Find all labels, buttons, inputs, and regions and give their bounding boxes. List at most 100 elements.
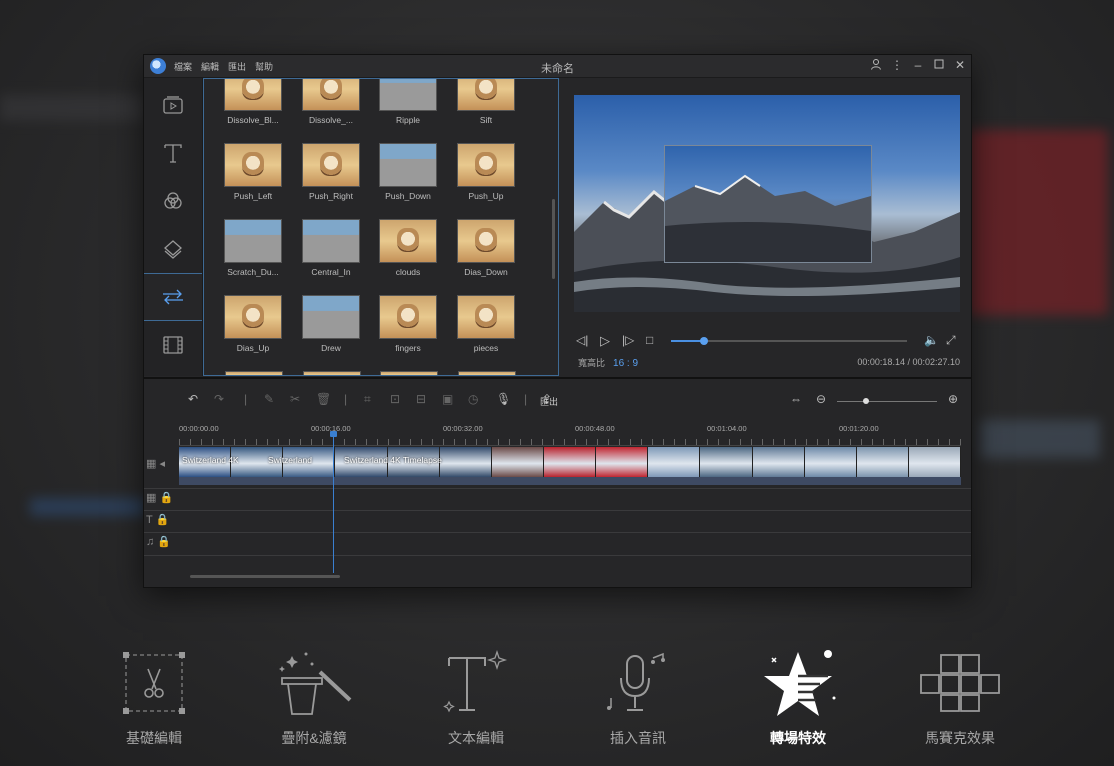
minimize-icon[interactable]: – [911,58,925,72]
overlay-clip[interactable] [664,145,872,263]
transition-thumbnail [224,219,282,263]
filter-icon [164,192,182,209]
rail-overlay-button[interactable] [144,226,202,272]
aspect-ratio-label: 寬高比 [578,358,606,368]
clip-frame [439,447,492,477]
playhead[interactable] [333,433,334,573]
feature-microphone[interactable]: 插入音訊 [578,645,698,748]
zoom-handle[interactable] [863,398,869,404]
transition-item[interactable]: fingers [379,295,437,353]
transition-item[interactable]: Ripple [379,79,437,125]
feature-text[interactable]: 文本編輯 [416,645,536,748]
feature-mosaic[interactable]: 馬賽克效果 [900,645,1020,748]
feature-label: 轉場特效 [770,730,826,746]
transition-thumbnail [303,371,361,375]
microphone-icon[interactable]: 🎙 [496,392,511,406]
clip-frame [752,447,805,477]
transition-item[interactable]: pieces [457,295,515,353]
road-image [225,220,281,262]
transition-item[interactable]: Dissolve_Bl... [224,79,282,125]
rail-media-button[interactable] [144,82,202,128]
more-menu-icon[interactable]: ⋮ [890,58,904,72]
transition-item[interactable]: Drew [302,295,360,353]
mosaic-icon [900,645,1020,720]
undo-icon[interactable]: ↶ [188,392,198,406]
split-icon[interactable]: ⊟ [416,392,426,406]
fullscreen-icon[interactable]: ⤢ [946,333,956,348]
dog-image [475,152,497,176]
speed-icon[interactable]: ◷ [468,392,478,406]
timeline-ruler[interactable]: 00:00:00.00 00:00:16.00 00:00:32.00 00:0… [179,421,961,446]
zoom-clip-icon[interactable]: ⊡ [390,392,400,406]
transition-label: pieces [473,343,499,353]
delete-icon[interactable]: 🗑 [316,392,331,406]
ruler-label: 00:01:20.00 [839,424,879,433]
zoom-out-icon[interactable]: ⊖ [816,392,826,406]
step-forward-icon[interactable]: |▷ [622,333,634,347]
video-track-icon: ▦ ◂ [146,458,165,470]
transition-item[interactable]: Central_In [302,219,360,277]
transition-label: fingers [395,343,421,353]
transition-thumbnail [224,79,282,111]
transition-label: Push_Right [309,191,353,201]
feature-magic-hat[interactable]: 疊附&濾鏡 [254,645,374,748]
zoom-slider[interactable] [837,398,937,404]
transition-item[interactable]: Push_Up [457,143,515,201]
crop-icon[interactable]: ⌗ [364,392,371,407]
transition-thumbnail [457,295,515,339]
zoom-in-icon[interactable]: ⊕ [948,392,958,406]
volume-icon[interactable]: 🔈 [924,333,939,347]
clip-frame [856,447,909,477]
transition-item[interactable]: clouds [379,219,437,277]
transition-thumbnail [379,295,437,339]
timeline-divider [144,377,971,379]
transition-icon [163,289,183,305]
transition-item[interactable]: Push_Down [379,143,437,201]
fit-icon[interactable]: ⇔ [790,392,802,406]
export-button[interactable]: 匯出 [540,395,558,408]
step-back-icon[interactable]: ◁| [576,333,588,347]
transition-thumbnail [224,295,282,339]
play-icon[interactable]: ▷ [600,333,610,349]
film-icon [163,336,183,354]
seek-bar[interactable] [671,337,907,345]
transition-label: clouds [395,267,421,277]
transition-item[interactable]: Dissolve_... [302,79,360,125]
rail-mosaic-button[interactable] [144,322,202,368]
close-icon[interactable]: ✕ [953,58,967,72]
transition-item[interactable]: Dias_Up [224,295,282,353]
transition-item[interactable]: Push_Left [224,143,282,201]
freeze-icon[interactable]: ▣ [442,392,453,406]
panel-scrollbar[interactable] [552,199,555,279]
redo-icon[interactable]: ↷ [214,392,224,406]
feature-label: 疊附&濾鏡 [281,730,347,746]
track-divider [144,532,971,533]
clip-frame [596,447,649,477]
music-track-icon: ♫ 🔒 [146,536,172,548]
maximize-icon[interactable] [932,58,946,72]
cut-icon[interactable]: ✂ [290,392,300,406]
rail-filter-button[interactable] [144,178,202,224]
media-icon [163,96,183,114]
title-bar: 檔案 編輯 匯出 幫助 未命名 ⋮ – ✕ [144,55,971,78]
rail-transition-button[interactable] [144,273,202,321]
rail-text-button[interactable] [144,130,202,176]
transition-item[interactable]: Scratch_Du... [224,219,282,277]
user-icon[interactable] [869,58,883,72]
transition-thumbnail [224,143,282,187]
transition-item[interactable]: Sift [457,79,515,125]
transition-thumbnail [302,143,360,187]
stop-icon[interactable]: □ [646,333,653,347]
transition-item[interactable]: Push_Right [302,143,360,201]
clip-frame [908,447,961,477]
video-preview [574,95,960,312]
feature-scissors[interactable]: 基礎編輯 [94,645,214,748]
seek-handle[interactable] [700,337,709,345]
feature-star[interactable]: 轉場特效 [738,645,858,748]
aspect-ratio[interactable]: 寬高比 16 : 9 [578,356,638,369]
background-blur-bar [0,95,145,121]
edit-icon[interactable]: ✎ [264,392,274,406]
magic-hat-icon [254,645,374,720]
transition-item[interactable]: Dias_Down [457,219,515,277]
timeline-scrollbar[interactable] [190,575,340,578]
